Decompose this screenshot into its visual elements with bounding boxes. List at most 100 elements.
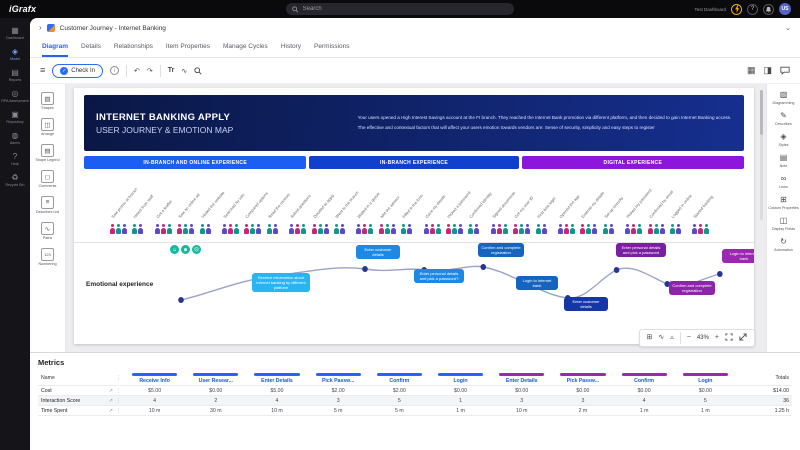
fit-to-screen-icon[interactable] xyxy=(725,333,733,344)
chevron-down-icon[interactable]: ⌄ xyxy=(785,24,791,32)
diagram-canvas[interactable]: INTERNET BANKING APPLY USER JOURNEY & EM… xyxy=(66,84,766,352)
metrics-column-header-enter-details[interactable]: Enter Details xyxy=(246,370,307,386)
menu-icon[interactable]: ≡ xyxy=(40,66,45,75)
kebab-menu-icon[interactable]: ⋮ xyxy=(116,408,121,414)
connector-tool-icon[interactable]: ∿ xyxy=(181,67,187,75)
journey-step-label[interactable]: Set up security xyxy=(603,196,624,219)
panel-links[interactable]: ∞Links xyxy=(768,174,800,189)
journey-step-label[interactable]: Logged in online xyxy=(670,193,693,219)
metrics-column-header-confirm[interactable]: Confirm xyxy=(369,370,430,386)
select-mode-icon[interactable]: ⊞ xyxy=(647,334,653,342)
tab-item-properties[interactable]: Item Properties xyxy=(166,38,210,57)
sidebar-item-admin[interactable]: ◍Admin xyxy=(0,128,30,149)
metrics-column-header-receive-info[interactable]: Receive Info xyxy=(124,370,185,386)
undo-icon[interactable]: ↶ xyxy=(134,67,140,75)
journey-step-label[interactable]: Gave my details xyxy=(424,194,446,219)
emotion-callout[interactable]: Enter customer details xyxy=(356,245,400,259)
tab-manage-cycles[interactable]: Manage Cycles xyxy=(223,38,268,57)
user-avatar[interactable]: US xyxy=(779,3,791,15)
text-tool-icon[interactable]: Tr xyxy=(168,67,175,74)
minimap-icon[interactable]: ▵ xyxy=(670,334,674,342)
emotion-callout[interactable]: Confirm and complete registration xyxy=(669,281,715,295)
tool-paths[interactable]: ∿Paths xyxy=(31,220,65,242)
journey-step-label[interactable]: Got a leaflet xyxy=(155,199,173,219)
sidebar-item-model[interactable]: ◈Model xyxy=(0,44,30,65)
journey-step-label[interactable]: Opened the app xyxy=(558,194,580,219)
global-search[interactable] xyxy=(286,3,514,15)
sidebar-item-repository[interactable]: ▣Repository xyxy=(0,107,30,128)
lightning-icon[interactable] xyxy=(731,4,742,15)
sidebar-item-help[interactable]: ?Help xyxy=(0,149,30,170)
expand-panel-icon[interactable]: › xyxy=(39,24,42,32)
journey-step-label[interactable]: Searched for info xyxy=(222,192,245,219)
grid-view-icon[interactable]: ▦ xyxy=(747,66,756,75)
journey-step-label[interactable]: Decided to apply xyxy=(312,193,335,219)
panel-custom-properties[interactable]: ⊞Custom Properties xyxy=(768,195,800,210)
zoom-in-icon[interactable]: + xyxy=(715,334,719,342)
metrics-column-header-pick-passw[interactable]: Pick Passw... xyxy=(552,370,613,386)
pan-mode-icon[interactable]: ∿ xyxy=(658,334,664,342)
tab-history[interactable]: History xyxy=(281,38,301,57)
metrics-column-header-login[interactable]: Login xyxy=(675,370,736,386)
journey-step-label[interactable]: First time login xyxy=(536,196,557,219)
tool-arrange[interactable]: ◫Arrange xyxy=(31,116,65,138)
phase-bar-in-branch-and-online-experience[interactable]: IN-BRANCH AND ONLINE EXPERIENCE xyxy=(84,156,306,169)
metrics-column-header-confirm[interactable]: Confirm xyxy=(614,370,675,386)
journey-step-label[interactable]: Compared options xyxy=(245,191,270,219)
metrics-column-header-user-resear[interactable]: User Resear... xyxy=(185,370,246,386)
emotion-callout[interactable]: Login to internet bank xyxy=(722,249,754,263)
panel-diagramming[interactable]: ▧Diagramming xyxy=(768,90,800,105)
phase-bar-in-branch-experience[interactable]: IN-BRANCH EXPERIENCE xyxy=(309,156,518,169)
redo-icon[interactable]: ↷ xyxy=(147,67,153,75)
metric-link-icon[interactable]: ↗ xyxy=(109,398,113,404)
tool-comments[interactable]: ◻Comments xyxy=(31,168,65,190)
canvas-scrollbar[interactable] xyxy=(760,90,763,220)
emotion-callout[interactable]: Login to internet bank xyxy=(516,276,558,290)
sidebar-item-dashboard[interactable]: ▦Dashboard xyxy=(0,23,30,44)
emotion-callout[interactable]: Enter customer details xyxy=(564,297,608,311)
emotion-callout[interactable]: Enter personal details and pick a passwo… xyxy=(414,269,464,283)
comment-icon[interactable] xyxy=(780,62,790,80)
journey-step-label[interactable]: Filled in the form xyxy=(401,193,424,219)
panel-note[interactable]: ▤Note xyxy=(768,153,800,168)
zoom-level[interactable]: 43% xyxy=(697,335,709,341)
tab-permissions[interactable]: Permissions xyxy=(314,38,349,57)
journey-step-label[interactable]: Asked questions xyxy=(289,193,312,219)
metrics-column-header-enter-details[interactable]: Enter Details xyxy=(491,370,552,386)
emotion-callout[interactable]: Enter personal details and pick a passwo… xyxy=(616,243,666,257)
tool-shape-legend[interactable]: ▤Shape Legend xyxy=(31,142,65,164)
metrics-column-header-pick-passw[interactable]: Pick Passw... xyxy=(308,370,369,386)
emotion-callout[interactable]: Confirm and complete registration xyxy=(478,243,524,257)
journey-step-label[interactable]: Heard from staff xyxy=(133,194,155,219)
tool-numbering[interactable]: 123Numbering xyxy=(31,246,65,268)
panel-automation[interactable]: ↻Automation xyxy=(768,237,800,252)
check-in-button[interactable]: ✓ Check In xyxy=(52,64,103,78)
sidebar-item-recycle-bin[interactable]: ♻Recycle Bin xyxy=(0,170,30,191)
phase-bar-digital-experience[interactable]: DIGITAL EXPERIENCE xyxy=(522,156,744,169)
kebab-menu-icon[interactable]: ⋮ xyxy=(116,398,121,404)
panel-styles[interactable]: ◈Styles xyxy=(768,132,800,147)
tab-details[interactable]: Details xyxy=(81,38,101,57)
metric-link-icon[interactable]: ↗ xyxy=(109,408,113,414)
metrics-column-header-login[interactable]: Login xyxy=(430,370,491,386)
journey-step-label[interactable]: Confirmed identity xyxy=(469,191,494,219)
tab-diagram[interactable]: Diagram xyxy=(42,38,68,57)
help-icon[interactable]: ? xyxy=(747,4,758,15)
zoom-out-icon[interactable]: − xyxy=(687,334,691,342)
sidebar-item-reports[interactable]: ▤Reports xyxy=(0,65,30,86)
journey-step-label[interactable]: Entered my details xyxy=(581,190,606,219)
tab-relationships[interactable]: Relationships xyxy=(114,38,153,57)
zoom-search-icon[interactable] xyxy=(194,62,202,80)
journey-step-label[interactable]: Waited in a queue xyxy=(357,191,381,219)
panel-display-fields[interactable]: ◫Display Fields xyxy=(768,216,800,231)
journey-step-label[interactable]: Visited the website xyxy=(200,190,225,219)
search-input[interactable] xyxy=(303,6,508,12)
tool-shapes[interactable]: ▧Shapes xyxy=(31,90,65,112)
panel-describes[interactable]: ✎Describes xyxy=(768,111,800,126)
notifications-bell-icon[interactable] xyxy=(763,4,774,15)
journey-step-label[interactable]: Met the advisor xyxy=(379,195,400,219)
emotion-callout[interactable]: Receive information about internet banki… xyxy=(252,273,310,292)
journey-step-label[interactable]: Saw an online ad xyxy=(177,192,201,219)
kebab-menu-icon[interactable]: ⋮ xyxy=(116,388,121,394)
kebab-menu-icon[interactable]: ⋮ xyxy=(116,375,121,381)
